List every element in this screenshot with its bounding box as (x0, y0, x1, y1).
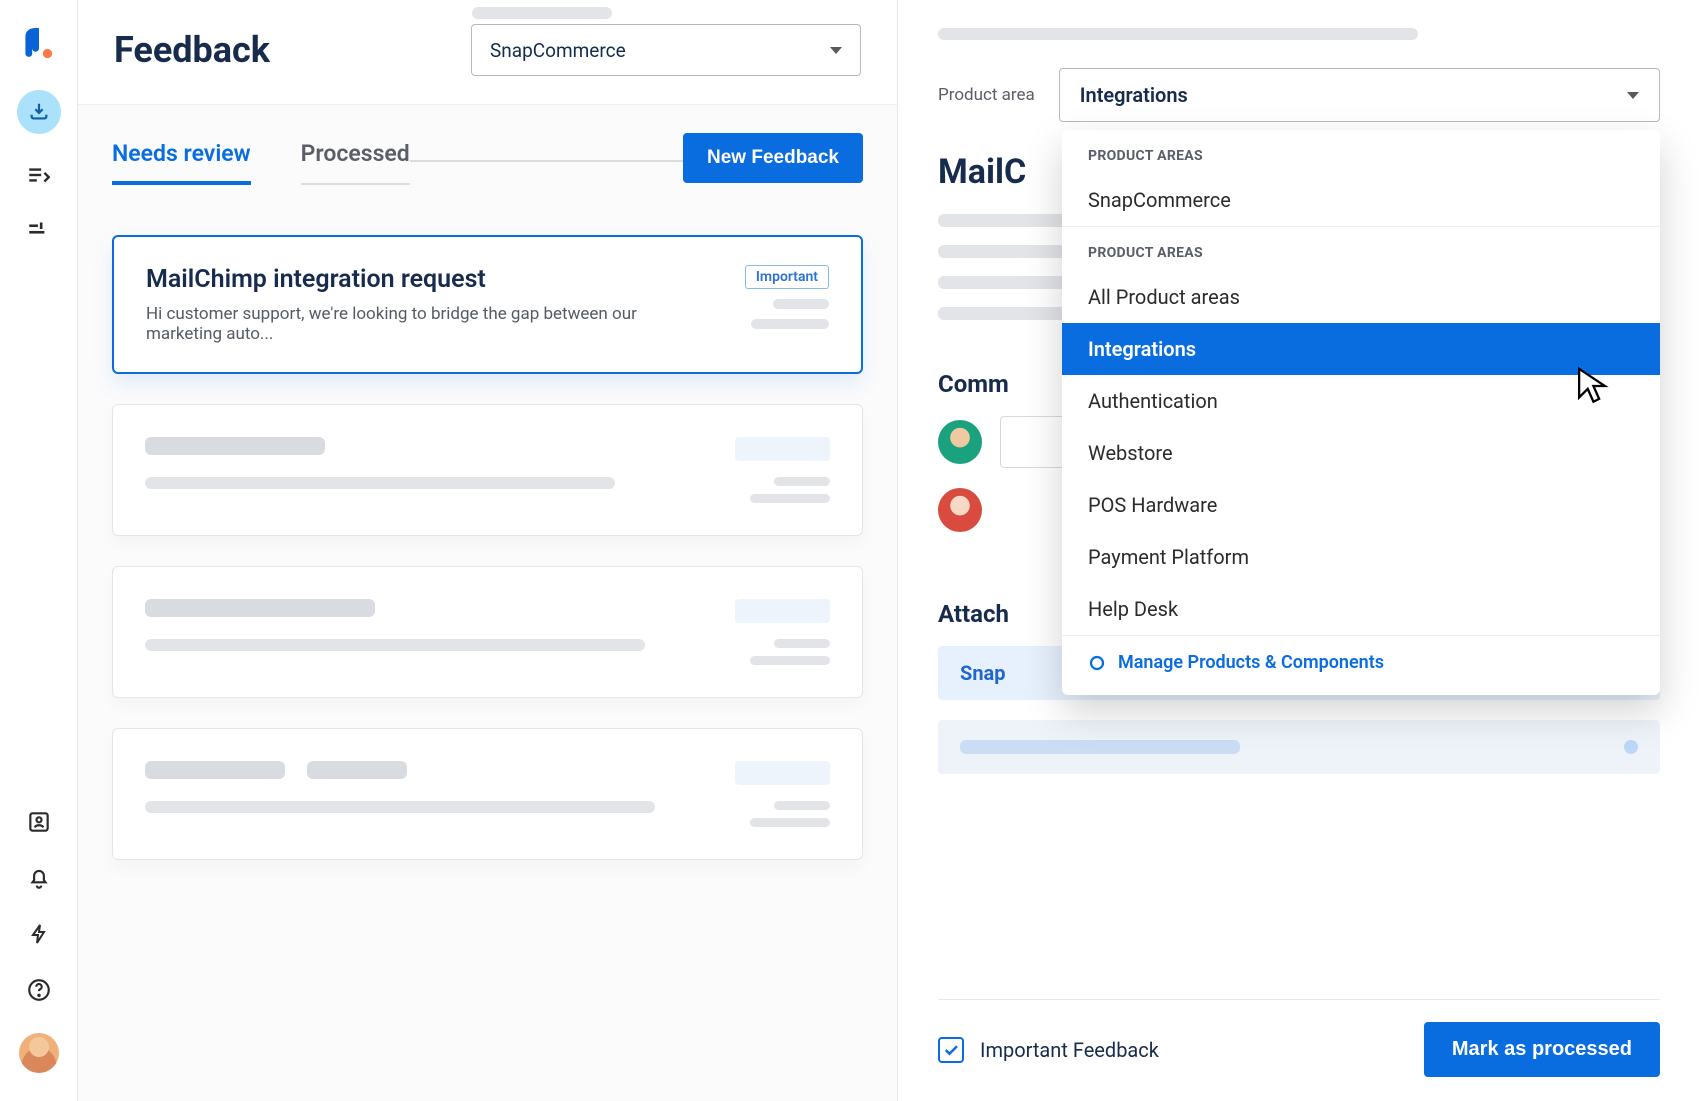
dropdown-item[interactable]: POS Hardware (1062, 479, 1660, 531)
feedback-card-selected[interactable]: MailChimp integration request Hi custome… (112, 235, 863, 374)
meta-skeleton (773, 299, 829, 309)
important-checkbox[interactable] (938, 1037, 964, 1063)
manage-products-label: Manage Products & Components (1118, 652, 1384, 673)
feedback-card-placeholder[interactable] (112, 404, 863, 536)
bell-icon[interactable] (26, 865, 52, 891)
manage-products-link[interactable]: Manage Products & Components (1062, 635, 1660, 689)
attached-item-name: Snap (960, 661, 1005, 685)
tab-needs-review[interactable]: Needs review (112, 140, 251, 185)
breadcrumb-skeleton (938, 28, 1418, 40)
feedback-card-preview: Hi customer support, we're looking to br… (146, 304, 699, 344)
user-avatar[interactable] (19, 1033, 59, 1073)
meta-skeleton (751, 319, 829, 329)
dropdown-item[interactable]: All Product areas (1062, 271, 1660, 323)
status-dot-icon (1624, 740, 1638, 754)
contacts-icon[interactable] (26, 809, 52, 835)
dropdown-item[interactable]: Webstore (1062, 427, 1660, 479)
product-select[interactable]: SnapCommerce (471, 24, 861, 76)
feedback-detail-panel: Product area Integrations PRODUCT AREAS … (898, 0, 1700, 1101)
dropdown-item-parent[interactable]: SnapCommerce (1062, 174, 1660, 226)
important-checkbox-label: Important Feedback (980, 1038, 1159, 1062)
product-area-value: Integrations (1080, 83, 1188, 107)
dropdown-item-selected[interactable]: Integrations (1062, 323, 1660, 375)
product-area-select[interactable]: Integrations (1059, 68, 1660, 122)
page-title: Feedback (114, 29, 270, 71)
commenter-avatar (938, 488, 982, 532)
inbox-tray-icon[interactable] (17, 90, 61, 134)
select-label-skeleton (472, 7, 612, 19)
feedback-card-placeholder[interactable] (112, 566, 863, 698)
feedback-list-panel: Feedback SnapCommerce Needs review Proce… (78, 0, 898, 1101)
tab-processed[interactable]: Processed (301, 140, 410, 185)
dropdown-section-header: PRODUCT AREAS (1062, 130, 1660, 174)
priorities-icon[interactable] (26, 216, 52, 242)
mark-processed-button[interactable]: Mark as processed (1424, 1022, 1660, 1077)
help-icon[interactable] (26, 977, 52, 1003)
dropdown-item[interactable]: Help Desk (1062, 583, 1660, 635)
feedback-card-title: MailChimp integration request (146, 265, 699, 294)
app-logo-icon[interactable] (22, 28, 56, 62)
chevron-down-icon (1627, 92, 1639, 99)
important-badge: Important (745, 265, 829, 289)
product-area-label: Product area (938, 85, 1035, 105)
dropdown-item[interactable]: Authentication (1062, 375, 1660, 427)
chevron-down-icon (830, 47, 842, 54)
feedback-card-placeholder[interactable] (112, 728, 863, 860)
dropdown-section-header: PRODUCT AREAS (1062, 227, 1660, 271)
dropdown-item[interactable]: Payment Platform (1062, 531, 1660, 583)
product-select-value: SnapCommerce (490, 39, 626, 62)
product-area-dropdown: PRODUCT AREAS SnapCommerce PRODUCT AREAS… (1062, 130, 1660, 695)
bolt-icon[interactable] (26, 921, 52, 947)
cursor-icon (1574, 366, 1610, 406)
list-arrow-icon[interactable] (26, 162, 52, 188)
commenter-avatar (938, 420, 982, 464)
new-feedback-button[interactable]: New Feedback (683, 133, 863, 183)
detail-footer: Important Feedback Mark as processed (938, 999, 1660, 1101)
sidebar (0, 0, 78, 1101)
attached-idea-item[interactable] (938, 720, 1660, 774)
